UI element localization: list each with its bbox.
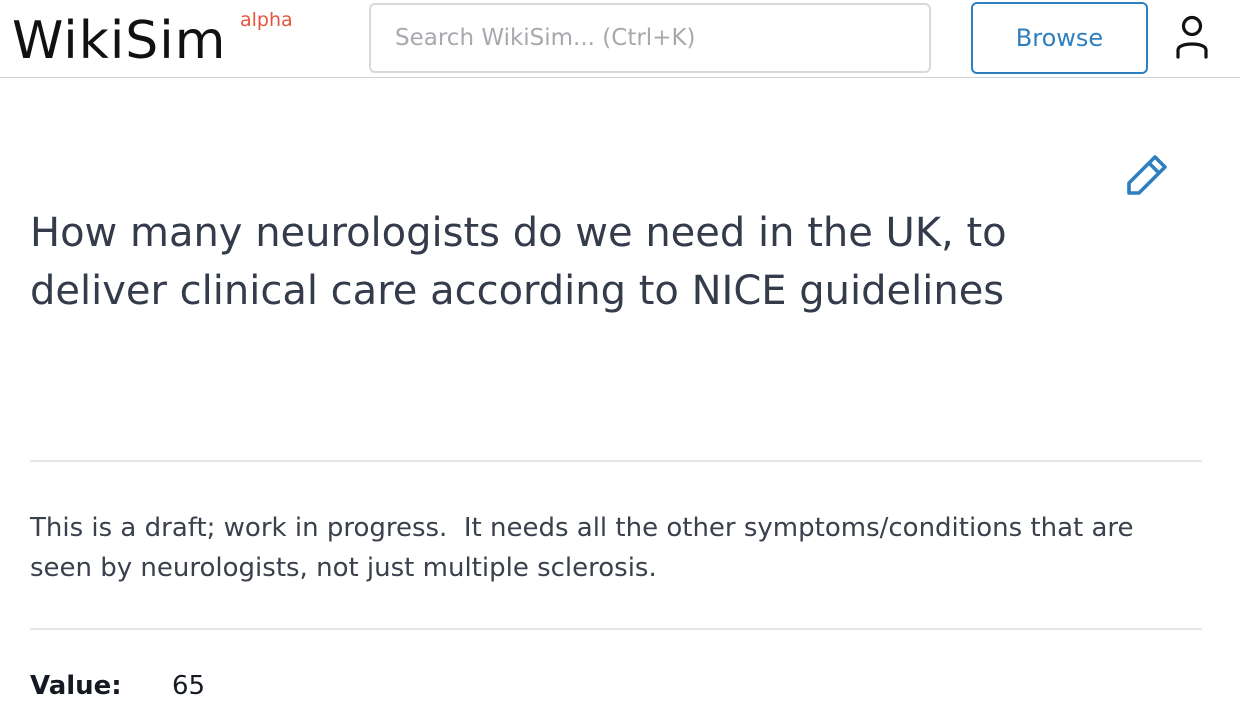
logo-text[interactable]: WikiSim xyxy=(12,11,226,71)
user-icon[interactable] xyxy=(1172,14,1212,62)
divider xyxy=(30,460,1202,462)
alpha-badge: alpha xyxy=(240,9,293,31)
browse-button[interactable]: Browse xyxy=(971,2,1148,74)
divider xyxy=(30,628,1202,630)
pencil-icon[interactable] xyxy=(1124,152,1170,198)
logo[interactable]: WikiSim alpha xyxy=(12,8,293,74)
search-input[interactable] xyxy=(369,3,931,73)
value-number: 65 xyxy=(172,671,206,701)
value-label: Value: xyxy=(30,671,122,701)
page-title: How many neurologists do we need in the … xyxy=(30,210,1007,314)
top-bar: WikiSim alpha Browse xyxy=(0,0,1240,78)
description-text: This is a draft; work in progress. It ne… xyxy=(30,513,1142,583)
